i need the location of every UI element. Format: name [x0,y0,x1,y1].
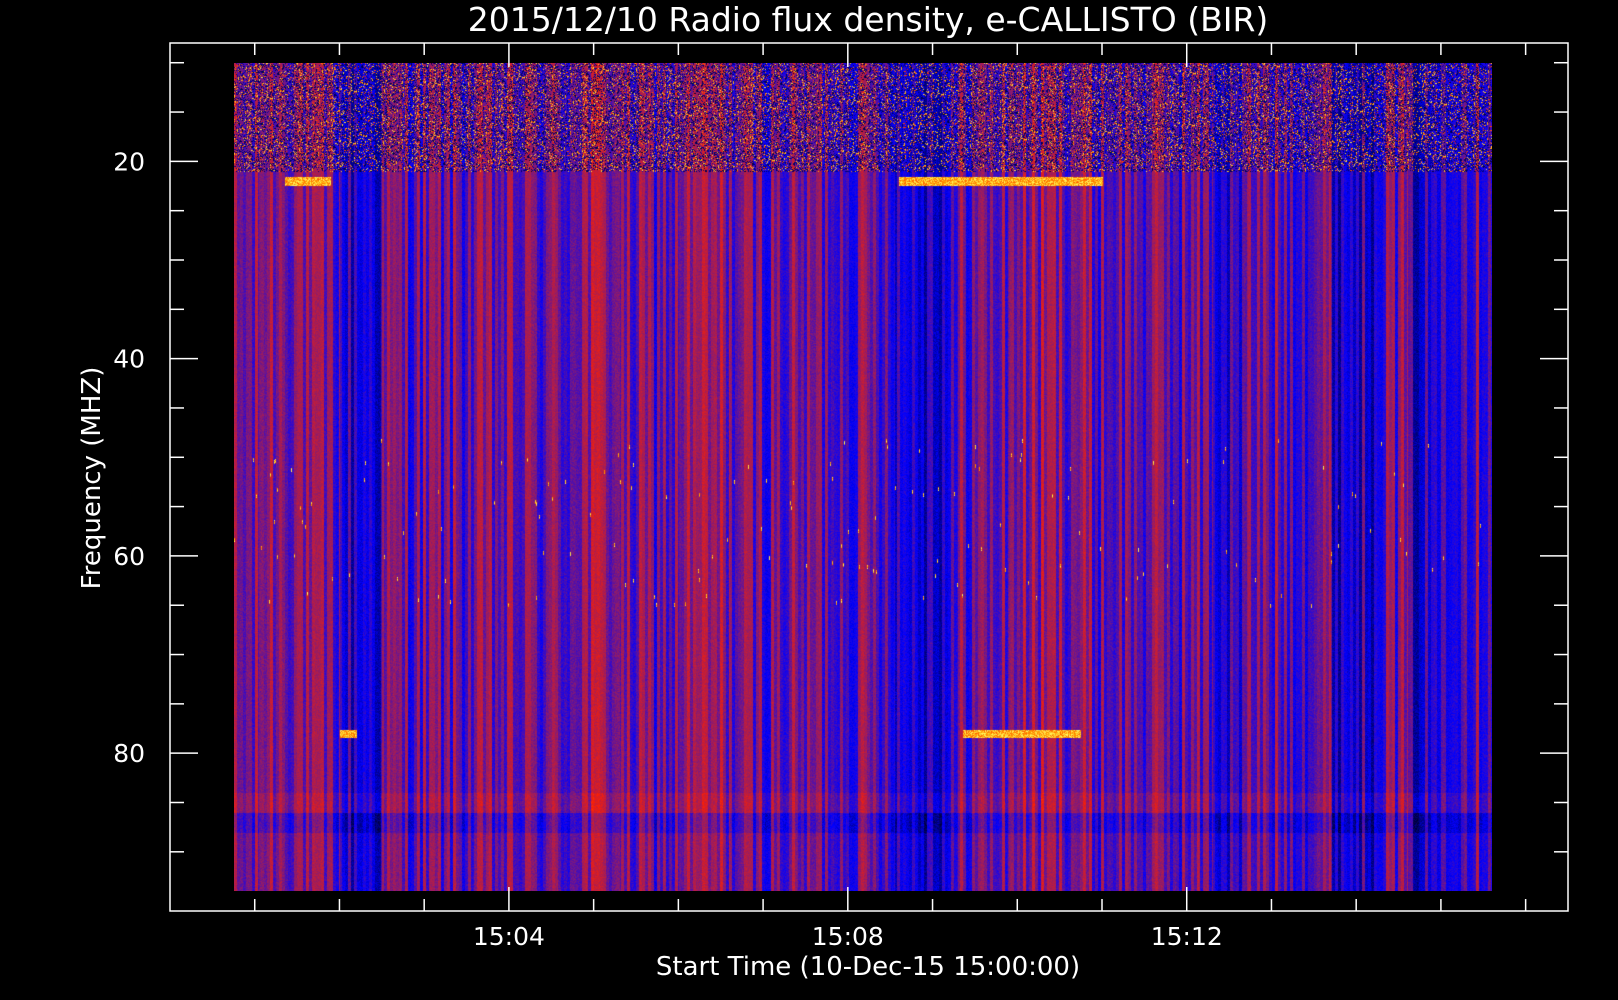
y-tick-label: 20 [113,147,145,176]
x-tick-label: 15:04 [473,922,545,951]
chart-title: 2015/12/10 Radio flux density, e-CALLIST… [468,0,1269,39]
y-tick-label: 80 [113,739,145,768]
x-tick-label: 15:08 [812,922,884,951]
y-tick-label: 40 [113,345,145,374]
spectrogram-image [234,63,1492,891]
x-axis-label: Start Time (10-Dec-15 15:00:00) [656,952,1080,982]
heatmap-image [234,63,1492,891]
y-axis-label: Frequency (MHZ) [77,367,107,590]
x-tick-label: 15:12 [1151,922,1223,951]
spectrogram-chart: 2015/12/10 Radio flux density, e-CALLIST… [0,0,1618,1000]
y-tick-label: 60 [113,542,145,571]
